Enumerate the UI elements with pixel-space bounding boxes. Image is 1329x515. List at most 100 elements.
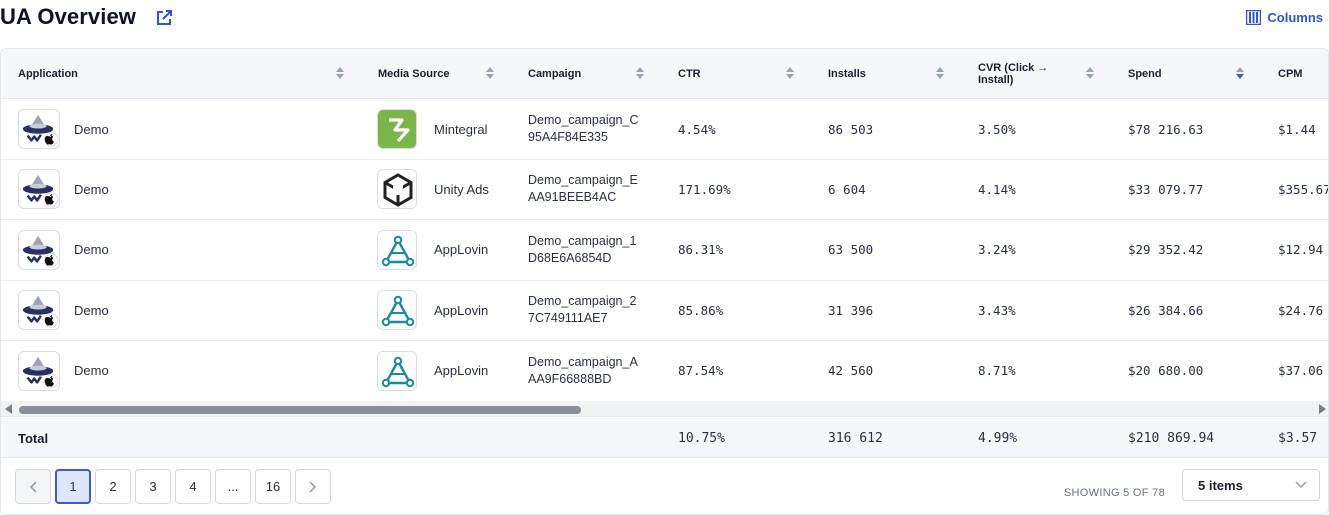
applovin-logo: [377, 229, 417, 270]
totals-cpm: $3.57: [1278, 430, 1318, 446]
column-label: Campaign: [528, 68, 582, 80]
totals-row: Total 10.75% 316 612 4.99% $210 869.94 $…: [1, 418, 1328, 458]
campaign-line: Demo_campaign_C: [528, 113, 639, 127]
columns-icon: [1246, 10, 1262, 25]
application-name[interactable]: Demo: [74, 341, 109, 401]
media-source-name: AppLovin: [434, 242, 489, 258]
media-source-name: Unity Ads: [434, 181, 489, 197]
unity-logo: [377, 169, 417, 210]
cvr-value: 3.50%: [978, 121, 1016, 137]
column-header-cvr[interactable]: CVR (Click → Install): [978, 49, 1048, 99]
totals-label: Total: [18, 430, 49, 446]
campaign-line: AA91BEEB4AC: [528, 190, 617, 205]
totals-spend: $210 869.94: [1128, 430, 1215, 446]
sort-icon[interactable]: [1085, 66, 1095, 80]
installs-value: 6 604: [828, 181, 866, 197]
cvr-value: 3.24%: [978, 242, 1016, 258]
media-source-name: Mintegral: [434, 121, 488, 137]
cpm-value: $355.67: [1278, 181, 1329, 197]
chevron-right-icon: [309, 480, 317, 493]
installs-value: 63 500: [828, 242, 874, 258]
campaign-name: Demo_campaign_C 95A4F84E335: [528, 99, 638, 159]
prev-page-button[interactable]: [15, 469, 51, 504]
next-page-button[interactable]: [295, 469, 331, 504]
scrollbar-thumb[interactable]: [19, 406, 581, 414]
table-row[interactable]: Demo AppLovin Demo_campaign_2 7C749111AE…: [1, 280, 1328, 342]
items-per-page-select[interactable]: 5 items: [1182, 469, 1320, 501]
application-name[interactable]: Demo: [74, 159, 109, 219]
page-header: UA Overview Columns: [0, 0, 1329, 46]
column-header-campaign[interactable]: Campaign: [528, 49, 581, 99]
column-label: Spend: [1128, 68, 1162, 80]
sort-icon[interactable]: [485, 66, 495, 80]
table-row[interactable]: Demo AppLovin Demo_campaign_1 D68E6A6854…: [1, 220, 1328, 281]
application-name[interactable]: Demo: [74, 280, 109, 340]
table-row[interactable]: Demo Unity Ads Demo_campaign_E AA91BEEB4…: [1, 159, 1329, 221]
table-row[interactable]: Demo AppLovin Demo_campaign_A AA9F66888B…: [1, 341, 1328, 402]
column-label: Installs: [828, 68, 866, 80]
column-header-media-source[interactable]: Media Source: [378, 49, 450, 99]
page-button-2[interactable]: 2: [95, 469, 131, 504]
installs-value: 42 560: [828, 363, 874, 379]
column-header-installs[interactable]: Installs: [828, 49, 866, 99]
media-source-name: AppLovin: [434, 363, 489, 379]
media-source-name: AppLovin: [434, 302, 489, 318]
sort-desc-icon[interactable]: [1235, 66, 1245, 80]
campaign-line: Demo_campaign_E: [528, 173, 638, 188]
app-logo: [18, 290, 60, 331]
column-header-ctr[interactable]: CTR: [678, 49, 701, 99]
page-ellipsis-button[interactable]: ...: [215, 469, 251, 504]
scroll-right-icon[interactable]: [1318, 404, 1326, 414]
mintegral-logo: [377, 109, 417, 149]
column-label: Install): [978, 74, 1014, 86]
ctr-value: 171.69%: [678, 181, 731, 197]
app-logo: [18, 229, 60, 270]
items-per-page-value: 5 items: [1198, 477, 1243, 493]
application-name[interactable]: Demo: [74, 99, 109, 159]
sort-icon[interactable]: [935, 66, 945, 80]
page-button-4[interactable]: 4: [175, 469, 211, 504]
table-row[interactable]: Demo Mintegral Demo_campaign_C 95A4F84E3…: [1, 99, 1328, 160]
horizontal-scrollbar[interactable]: [1, 401, 1328, 417]
campaign-line: Demo_campaign_1: [528, 233, 637, 248]
spend-value: $78 216.63: [1128, 121, 1204, 137]
scroll-left-icon[interactable]: [5, 404, 13, 414]
applovin-logo: [377, 350, 417, 391]
column-label: CPM: [1278, 68, 1303, 80]
campaign-name: Demo_campaign_1 D68E6A6854D: [528, 220, 636, 280]
column-header-cpm[interactable]: CPM: [1278, 49, 1302, 99]
column-header-spend[interactable]: Spend: [1128, 49, 1162, 99]
page-button-3[interactable]: 3: [135, 469, 171, 504]
ua-overview-table: Application Media Source Campaign CTR In…: [0, 48, 1329, 515]
chevron-left-icon: [29, 480, 37, 493]
column-label: Application: [18, 68, 78, 80]
pagination: 1 2 3 4 ... 16 SHOWING 5 OF 78 5 items: [1, 458, 1328, 514]
cpm-value: $37.06: [1278, 363, 1324, 379]
cpm-value: $1.44: [1278, 121, 1316, 137]
sort-icon[interactable]: [335, 66, 345, 80]
totals-installs: 316 612: [828, 430, 883, 446]
showing-count: SHOWING 5 OF 78: [1063, 487, 1165, 499]
page-title: UA Overview: [0, 4, 137, 29]
page-button-16[interactable]: 16: [255, 469, 291, 504]
totals-cvr: 4.99%: [978, 430, 1018, 446]
campaign-line: 7C749111AE7: [528, 311, 608, 326]
cpm-value: $12.94: [1278, 242, 1324, 258]
spend-value: $29 352.42: [1128, 242, 1204, 258]
external-link-icon[interactable]: [155, 9, 173, 27]
chevron-down-icon: [1295, 481, 1307, 489]
sort-icon[interactable]: [785, 66, 795, 80]
campaign-line: 95A4F84E335: [528, 130, 608, 144]
application-name[interactable]: Demo: [74, 220, 109, 280]
cvr-value: 4.14%: [978, 181, 1016, 197]
ctr-value: 85.86%: [678, 302, 724, 318]
app-logo: [18, 169, 60, 210]
sort-icon[interactable]: [635, 66, 645, 80]
spend-value: $33 079.77: [1128, 181, 1204, 197]
column-label: Media Source: [378, 68, 450, 80]
columns-button[interactable]: Columns: [1246, 10, 1323, 25]
column-header-application[interactable]: Application: [18, 49, 78, 99]
page-button-1[interactable]: 1: [55, 469, 91, 504]
applovin-logo: [377, 290, 417, 331]
cpm-value: $24.76: [1278, 302, 1324, 318]
